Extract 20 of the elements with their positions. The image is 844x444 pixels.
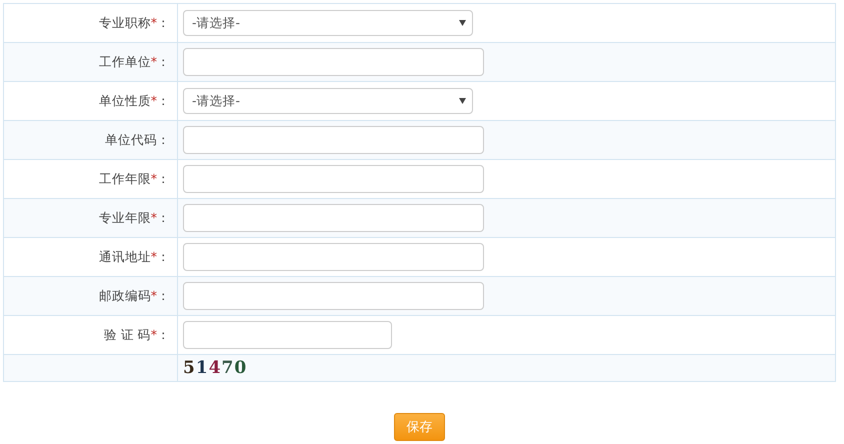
- input-field[interactable]: [183, 165, 484, 193]
- dropdown-arrow-icon: [459, 98, 466, 104]
- input-field[interactable]: [183, 321, 392, 349]
- input-field[interactable]: [183, 243, 484, 271]
- input-field[interactable]: [183, 204, 484, 232]
- input-field[interactable]: [183, 126, 484, 154]
- select-field[interactable]: -请选择-: [183, 88, 473, 114]
- field-label: 邮政编码*：: [98, 288, 170, 302]
- field-label: 专业年限*：: [98, 210, 170, 224]
- field-label: 通讯地址*：: [98, 248, 170, 264]
- field-label: 专业职称*：: [98, 14, 170, 30]
- field-label: 工作单位*：: [98, 54, 170, 68]
- dropdown-arrow-icon: [459, 20, 466, 26]
- field-label: 工作年限*：: [98, 170, 170, 186]
- select-field[interactable]: -请选择-: [183, 10, 473, 36]
- field-label: 单位代码：: [105, 132, 170, 146]
- field-label: 单位性质*：: [98, 92, 170, 108]
- input-field[interactable]: [183, 282, 484, 310]
- field-label: 验 证 码*：: [104, 326, 170, 342]
- input-field[interactable]: [183, 48, 484, 76]
